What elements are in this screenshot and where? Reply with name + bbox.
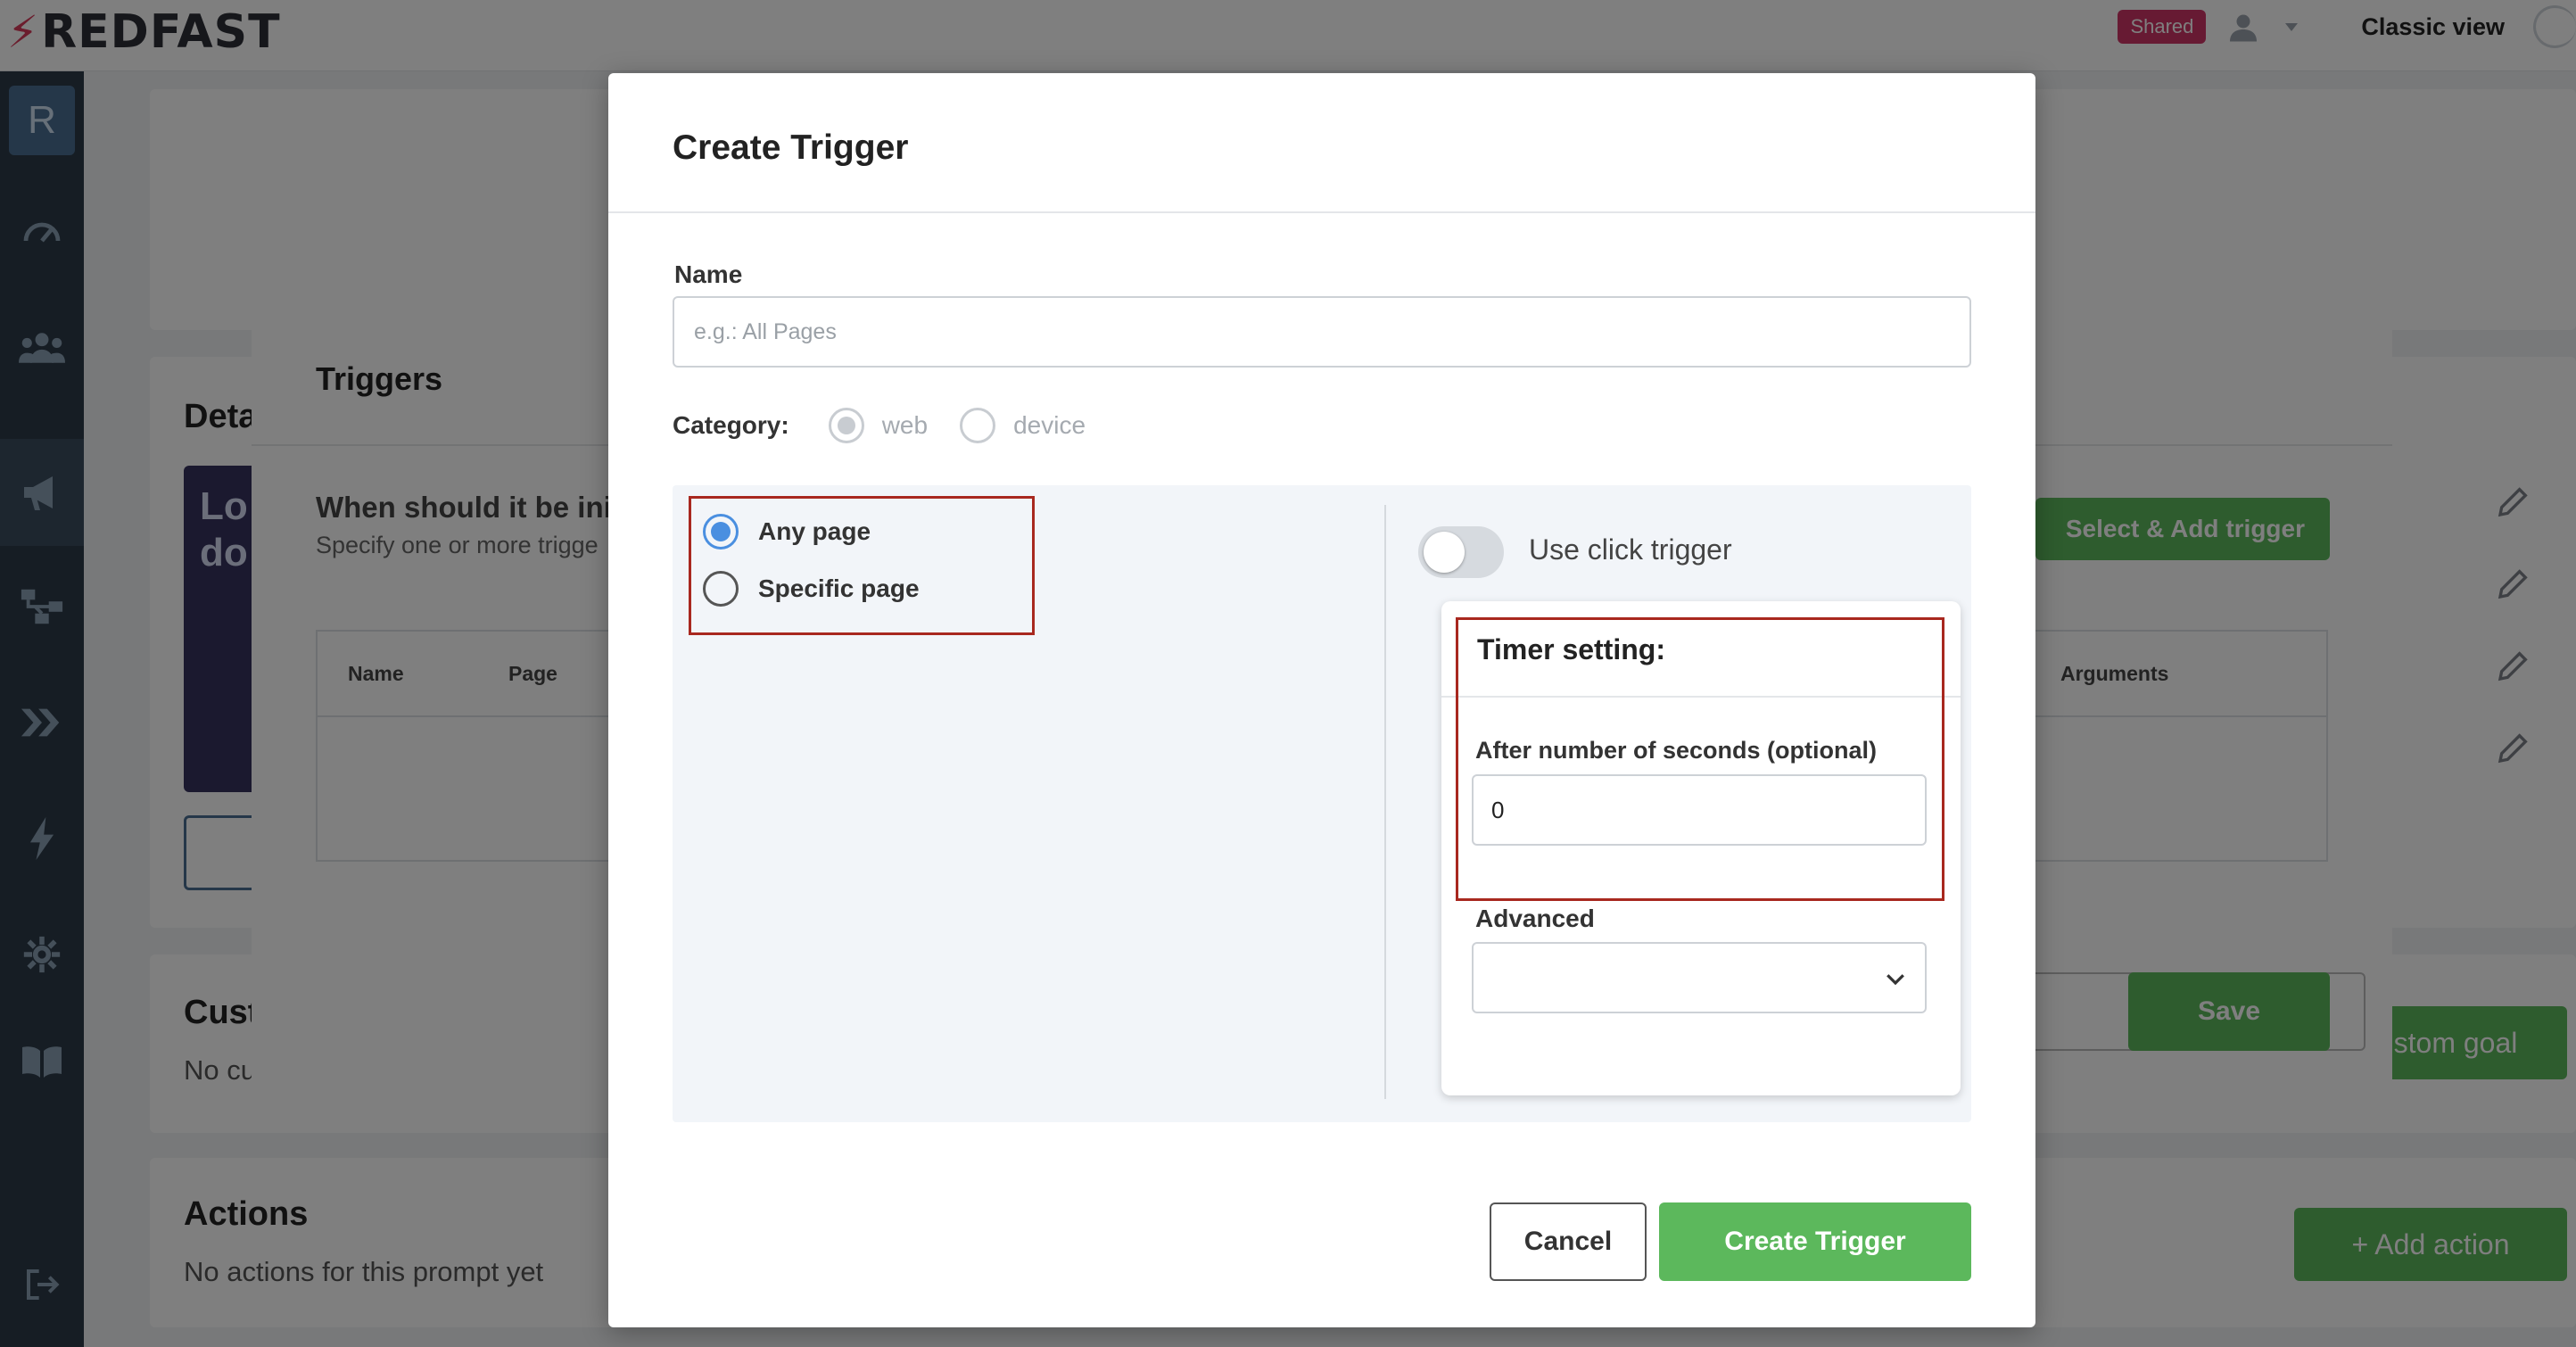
modal-title: Create Trigger xyxy=(673,128,909,167)
timer-setting-highlight xyxy=(1456,617,1944,901)
cancel-button[interactable]: Cancel xyxy=(1490,1202,1647,1281)
category-radio-web xyxy=(828,408,864,443)
category-radio-device xyxy=(960,408,996,443)
toggle-knob xyxy=(1424,532,1465,573)
category-option-device: device xyxy=(1013,411,1086,439)
click-trigger-toggle[interactable] xyxy=(1418,526,1504,578)
category-label: Category: xyxy=(673,411,789,439)
category-option-web: web xyxy=(881,411,929,439)
name-label: Name xyxy=(674,260,743,288)
page-option-any-label: Any page xyxy=(758,517,871,545)
radio-any-page[interactable] xyxy=(703,514,739,550)
chevron-down-icon xyxy=(1887,974,1904,986)
page-option-specific-label: Specific page xyxy=(758,574,920,602)
advanced-label: Advanced xyxy=(1475,905,1595,932)
divider xyxy=(608,211,2035,213)
trigger-settings-panel: Any page Specific page Use click trigger… xyxy=(673,485,1971,1122)
category-row: Category: web device xyxy=(673,403,1118,448)
advanced-select[interactable] xyxy=(1472,942,1927,1013)
click-trigger-label: Use click trigger xyxy=(1529,533,1732,566)
radio-dot xyxy=(837,417,855,434)
page-option-specific[interactable]: Specific page xyxy=(703,571,920,607)
radio-dot xyxy=(711,522,731,541)
create-trigger-button[interactable]: Create Trigger xyxy=(1659,1202,1971,1281)
create-trigger-modal: Create Trigger Name Category: web device… xyxy=(608,73,2035,1327)
radio-specific-page[interactable] xyxy=(703,571,739,607)
name-input[interactable] xyxy=(673,296,1971,368)
page-option-any[interactable]: Any page xyxy=(703,514,871,550)
panel-divider xyxy=(1384,505,1386,1099)
